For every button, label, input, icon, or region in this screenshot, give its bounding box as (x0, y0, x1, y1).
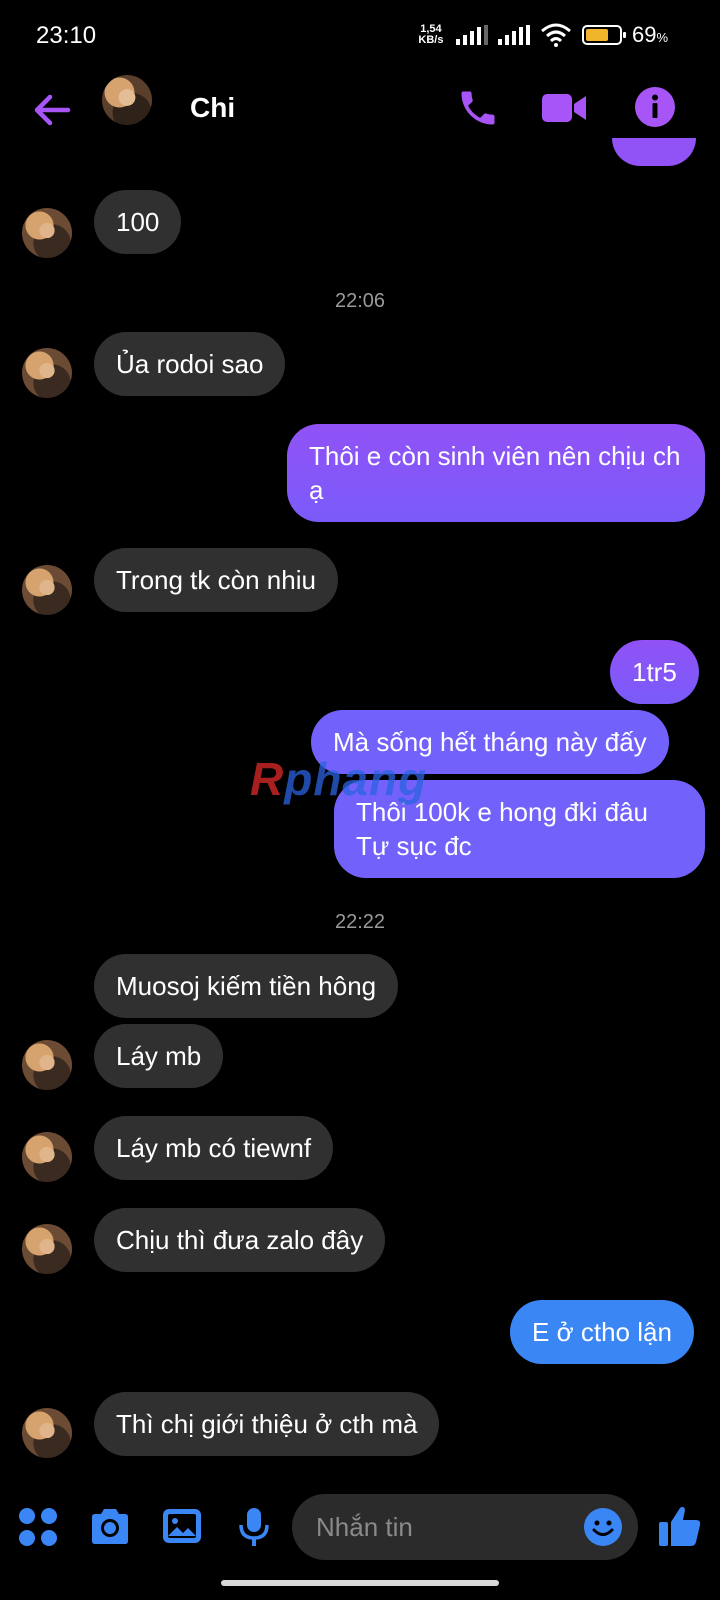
sender-avatar (22, 1132, 72, 1182)
sender-avatar (22, 1408, 72, 1458)
sender-avatar (22, 1040, 72, 1090)
microphone-icon[interactable] (232, 1505, 276, 1549)
sender-avatar (22, 208, 72, 258)
info-icon[interactable] (634, 86, 676, 128)
message-bubble-incoming[interactable]: Láy mb (94, 1024, 224, 1088)
message-input-placeholder: Nhắn tin (316, 1511, 413, 1542)
message-bubble-incoming[interactable]: Chịu thì đưa zalo đây (94, 1208, 386, 1272)
contact-name[interactable]: Chi (190, 92, 235, 124)
message-bubble-outgoing[interactable]: Thôi e còn sinh viên nên chịu ch ạ (287, 424, 705, 522)
emoji-icon[interactable] (582, 1506, 624, 1548)
previous-bubble-edge (612, 138, 696, 166)
status-time: 23:10 (36, 22, 97, 49)
home-indicator (221, 1580, 499, 1586)
message-bubble-incoming[interactable]: Ủa rodoi sao (94, 332, 286, 396)
network-speed: 1,54 KB/s (418, 23, 444, 46)
message-input[interactable]: Nhắn tin (292, 1494, 638, 1560)
message-bubble-outgoing[interactable]: 1tr5 (610, 640, 699, 704)
wifi-icon (540, 23, 571, 47)
signal-icon-2 (497, 25, 530, 45)
timestamp: 22:22 (334, 911, 386, 933)
message-bubble-incoming[interactable]: Láy mb có tiewnf (94, 1116, 334, 1180)
message-bubble-incoming[interactable]: Muosoj kiếm tiền hông (94, 954, 399, 1018)
message-bubble-incoming[interactable]: 100 (94, 190, 182, 254)
like-thumb-icon[interactable] (656, 1502, 704, 1550)
apps-grid-icon[interactable] (16, 1505, 60, 1549)
phone-icon[interactable] (456, 86, 500, 130)
battery-percent: 69% (631, 22, 668, 47)
video-camera-icon[interactable] (540, 86, 588, 130)
message-bubble-outgoing[interactable]: E ở ctho lận (510, 1300, 694, 1364)
sender-avatar (22, 565, 72, 615)
gallery-icon[interactable] (160, 1504, 204, 1548)
timestamp: 22:06 (334, 290, 386, 312)
sender-avatar (22, 1224, 72, 1274)
back-arrow-icon[interactable] (30, 88, 74, 132)
sender-avatar (22, 348, 72, 398)
message-bubble-incoming[interactable]: Thì chị giới thiệu ở cth mà (94, 1392, 440, 1456)
status-icons: 1,54 KB/s 69% (416, 22, 668, 48)
battery-icon (581, 25, 626, 45)
signal-icon (455, 25, 488, 45)
message-bubble-incoming[interactable]: Trong tk còn nhiu (94, 548, 338, 612)
contact-avatar[interactable] (102, 75, 152, 125)
camera-icon[interactable] (88, 1505, 132, 1549)
watermark-logo: Rphang (250, 753, 428, 805)
